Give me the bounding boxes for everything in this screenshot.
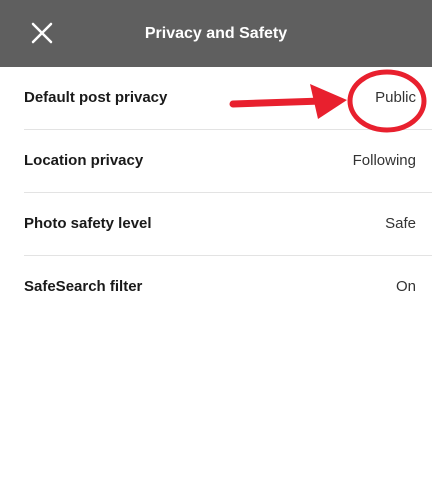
settings-list: Default post privacy Public Location pri… bbox=[0, 67, 432, 318]
setting-label: Default post privacy bbox=[24, 89, 168, 106]
setting-label: SafeSearch filter bbox=[24, 278, 143, 295]
setting-value: Public bbox=[375, 89, 416, 106]
setting-row-location-privacy[interactable]: Location privacy Following bbox=[24, 130, 432, 193]
page-title: Privacy and Safety bbox=[144, 25, 288, 42]
setting-value: On bbox=[395, 278, 416, 295]
setting-row-default-post-privacy[interactable]: Default post privacy Public bbox=[24, 67, 432, 130]
setting-value: Safe bbox=[385, 215, 416, 232]
setting-row-photo-safety-level[interactable]: Photo safety level Safe bbox=[24, 193, 432, 256]
setting-value: Following bbox=[352, 152, 416, 169]
app-header: Privacy and Safety bbox=[0, 0, 432, 67]
setting-label: Photo safety level bbox=[24, 215, 152, 232]
setting-row-safesearch-filter[interactable]: SafeSearch filter On bbox=[24, 256, 432, 318]
setting-label: Location privacy bbox=[24, 152, 144, 169]
